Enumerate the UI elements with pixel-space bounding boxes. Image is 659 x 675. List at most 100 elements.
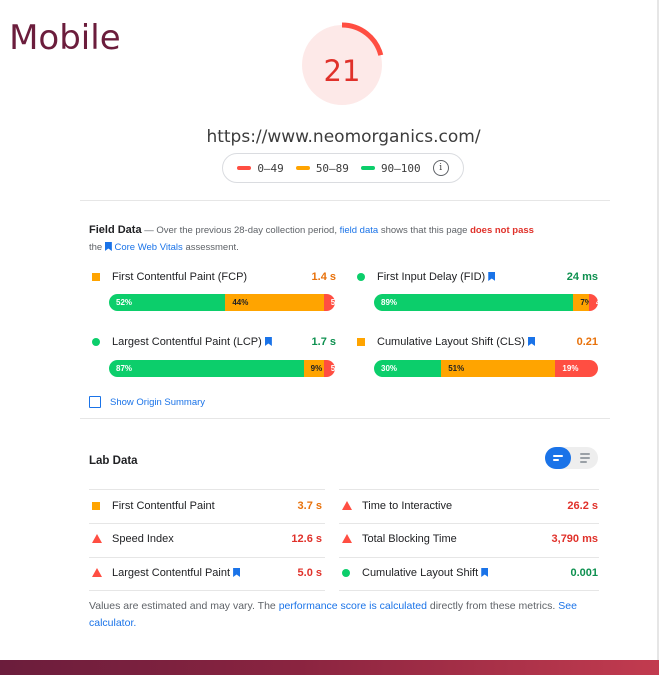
average-square-icon — [92, 273, 100, 281]
lab-divider — [89, 523, 325, 524]
info-icon[interactable]: i — [432, 160, 449, 176]
summary-view-icon — [553, 455, 563, 461]
fail-triangle-icon — [342, 501, 352, 510]
list-view-icon — [580, 453, 590, 463]
metric-fcp-value: 1.4 s — [311, 271, 336, 283]
average-square-icon — [357, 338, 365, 346]
legend-fail-swatch — [237, 166, 252, 170]
field-data-title: Field Data — [89, 224, 142, 236]
lab-divider — [89, 557, 325, 558]
origin-summary-checkbox[interactable] — [89, 396, 101, 408]
lab-metric-fcp: First Contentful Paint 3.7 s — [92, 498, 322, 518]
lab-metric-speed-index: Speed Index 12.6 s — [92, 531, 322, 551]
field-data-text-1: — Over the previous 28-day collection pe… — [144, 225, 337, 236]
summary-view-button[interactable] — [545, 447, 571, 469]
tested-url: https://www.neomorganics.com/ — [206, 127, 481, 147]
metric-fid-name: First Input Delay (FID) — [377, 271, 496, 283]
list-view-button[interactable] — [572, 447, 598, 469]
fail-status-text: does not pass — [470, 225, 534, 236]
legend-average: 50–89 — [295, 161, 349, 175]
lab-divider — [339, 590, 599, 591]
field-data-description: Field Data — Over the previous 28-day co… — [89, 222, 569, 256]
bookmark-icon — [528, 337, 536, 346]
lab-metric-name: Largest Contentful Paint — [112, 567, 241, 579]
lab-metric-name: Total Blocking Time — [362, 533, 457, 545]
field-data-text-3: the — [89, 242, 103, 253]
field-data-link[interactable]: field data — [340, 225, 379, 236]
lcp-distribution-bar: 87%9%5% — [109, 360, 335, 377]
metric-cls-value: 0.21 — [576, 336, 598, 348]
distribution-segment: 51% — [441, 360, 556, 377]
metric-cls-name: Cumulative Layout Shift (CLS) — [377, 336, 536, 348]
lab-divider — [89, 489, 325, 490]
lab-metric-lcp: Largest Contentful Paint 5.0 s — [92, 565, 322, 585]
metric-fid-value: 24 ms — [566, 271, 598, 283]
lab-divider — [339, 523, 599, 524]
bookmark-icon — [233, 568, 241, 577]
bookmark-icon — [481, 568, 489, 577]
legend-fail: 0–49 — [237, 162, 284, 175]
lab-metric-name: Speed Index — [112, 533, 174, 545]
note-text-1: Values are estimated and may vary. The — [89, 600, 276, 612]
origin-summary-label: Show Origin Summary — [110, 396, 206, 408]
average-square-icon — [92, 502, 100, 510]
bookmark-icon — [264, 337, 272, 346]
estimate-note: Values are estimated and may vary. The p… — [89, 598, 579, 632]
distribution-segment: 52% — [109, 294, 226, 311]
lab-metric-value: 3.7 s — [297, 500, 322, 512]
distribution-segment: 19% — [555, 360, 598, 377]
legend-average-swatch — [295, 166, 310, 170]
distribution-segment: 5% — [323, 360, 335, 377]
score-calculation-link[interactable]: performance score is calculated — [279, 600, 427, 612]
performance-score: 21 — [323, 54, 361, 88]
lab-metric-value: 3,790 ms — [551, 533, 598, 545]
legend-fail-label: 0–49 — [257, 161, 284, 175]
lab-metric-tti: Time to Interactive 26.2 s — [342, 498, 598, 518]
core-web-vitals-link[interactable]: Core Web Vitals — [115, 242, 183, 253]
distribution-segment: 5% — [323, 294, 335, 311]
distribution-segment: 87% — [109, 360, 304, 377]
distribution-segment: 30% — [374, 360, 442, 377]
lab-metric-cls: Cumulative Layout Shift 0.001 — [342, 565, 598, 585]
metric-fcp: First Contentful Paint (FCP) 1.4 s — [92, 269, 336, 289]
legend-average-label: 50–89 — [315, 161, 349, 175]
footer-banner — [0, 660, 659, 675]
distribution-segment: 4% — [589, 294, 598, 311]
fail-triangle-icon — [92, 568, 102, 577]
lab-metric-tbt: Total Blocking Time 3,790 ms — [342, 531, 598, 551]
view-toggle[interactable] — [545, 447, 598, 469]
pass-circle-icon — [92, 338, 100, 346]
metric-lcp: Largest Contentful Paint (LCP) 1.7 s — [92, 334, 336, 354]
field-data-text-4: assessment. — [185, 242, 239, 253]
fid-distribution-bar: 89%7%4% — [374, 294, 598, 311]
distribution-segment: 89% — [374, 294, 574, 311]
lab-metric-value: 26.2 s — [567, 500, 598, 512]
distribution-segment: 44% — [225, 294, 324, 311]
cls-distribution-bar: 30% 51% 19% — [374, 360, 598, 377]
pass-circle-icon — [342, 569, 350, 577]
note-text-2: directly from these metrics. — [429, 600, 556, 612]
legend-pass: 90–100 — [360, 161, 421, 175]
distribution-segment: 7% — [573, 294, 592, 311]
metric-fid: First Input Delay (FID) 24 ms — [357, 269, 598, 289]
lab-metric-name: Cumulative Layout Shift — [362, 567, 489, 579]
page-heading: - Mobile — [0, 18, 121, 58]
bookmark-icon — [104, 242, 112, 251]
lab-divider — [339, 489, 599, 490]
metric-lcp-name: Largest Contentful Paint (LCP) — [112, 336, 272, 348]
metric-fcp-name: First Contentful Paint (FCP) — [112, 271, 248, 283]
lab-metric-value: 0.001 — [570, 567, 598, 579]
section-divider — [80, 418, 610, 419]
lab-divider — [339, 557, 599, 558]
field-data-text-2: shows that this page — [380, 225, 468, 236]
fail-triangle-icon — [92, 534, 102, 543]
lab-metric-value: 5.0 s — [297, 567, 322, 579]
metric-lcp-value: 1.7 s — [311, 336, 336, 348]
show-origin-summary[interactable]: Show Origin Summary — [89, 396, 205, 408]
distribution-segment: 9% — [303, 360, 324, 377]
lab-divider — [89, 590, 325, 591]
lab-metric-value: 12.6 s — [291, 533, 322, 545]
legend-pass-label: 90–100 — [380, 161, 421, 175]
pass-circle-icon — [357, 273, 365, 281]
metric-cls: Cumulative Layout Shift (CLS) 0.21 — [357, 334, 598, 354]
